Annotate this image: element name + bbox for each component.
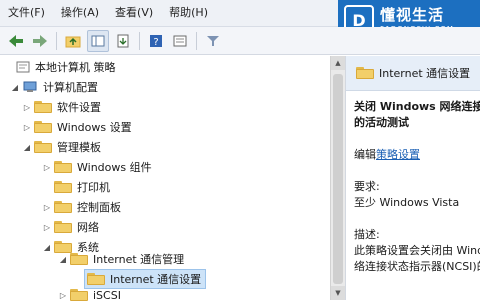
- folder-icon: [34, 121, 52, 133]
- folder-icon: [34, 101, 52, 113]
- folder-icon: [54, 161, 72, 173]
- policy-title-continued: 的活动测试: [354, 116, 409, 129]
- policy-tree: 本地计算机 策略 ◢ 计算机配置 ▷ 软件设置 ▷ Windows 设置 ◢ 管…: [0, 56, 330, 302]
- tree-label: 管理模板: [57, 141, 101, 154]
- scrollbar-thumb[interactable]: [333, 74, 343, 284]
- collapse-arrow-icon[interactable]: ◢: [58, 255, 68, 264]
- expand-arrow-icon[interactable]: ▷: [42, 223, 52, 232]
- description-text-continued: 络连接状态指示器(NCSI)的: [354, 260, 480, 273]
- computer-icon: [23, 81, 37, 92]
- policy-title: 关闭 Windows 网络连接: [354, 100, 480, 113]
- show-tree-icon[interactable]: [87, 29, 109, 52]
- menu-file[interactable]: 文件(F): [0, 0, 53, 26]
- tree-label: 打印机: [77, 181, 110, 194]
- description-text: 此策略设置会关闭由 Wind: [354, 244, 480, 257]
- tree-label: Windows 组件: [77, 161, 152, 174]
- expand-arrow-icon[interactable]: ▷: [42, 203, 52, 212]
- properties-icon[interactable]: [170, 31, 190, 51]
- tree-label: 本地计算机 策略: [35, 61, 116, 74]
- toolbar: ?: [0, 27, 480, 55]
- tree-label: 网络: [77, 221, 99, 234]
- tree-label: Internet 通信管理: [93, 253, 185, 266]
- tree-item-windows-settings[interactable]: ▷ Windows 设置: [22, 118, 132, 136]
- logo-title: 懂视生活: [380, 6, 445, 24]
- expand-arrow-icon[interactable]: ▷: [58, 291, 68, 300]
- tree-item-windows-components[interactable]: ▷ Windows 组件: [42, 158, 152, 176]
- expand-arrow-icon[interactable]: ▷: [42, 163, 52, 172]
- collapse-arrow-icon[interactable]: ◢: [10, 83, 20, 92]
- detail-pane: Internet 通信设置 关闭 Windows 网络连接 的活动测试 编辑策略…: [345, 56, 480, 300]
- toolbar-separator: [56, 31, 57, 50]
- tree-scrollbar[interactable]: ▲ ▼: [330, 56, 345, 300]
- collapse-arrow-icon[interactable]: ◢: [22, 143, 32, 152]
- description-label: 描述:: [354, 228, 380, 241]
- toolbar-separator: [196, 31, 197, 50]
- tree-item-root[interactable]: 本地计算机 策略: [4, 58, 116, 76]
- edit-policy-link[interactable]: 策略设置: [376, 148, 420, 161]
- forward-icon[interactable]: [30, 31, 50, 51]
- tree-label: Windows 设置: [57, 121, 132, 134]
- tree-label: 控制面板: [77, 201, 121, 214]
- toolbar-separator: [139, 31, 140, 50]
- folder-icon: [70, 253, 88, 265]
- detail-header: Internet 通信设置: [346, 56, 480, 91]
- up-folder-icon[interactable]: [63, 31, 83, 51]
- tree-label: 计算机配置: [43, 81, 98, 94]
- menu-help[interactable]: 帮助(H): [161, 0, 216, 26]
- menu-view[interactable]: 查看(V): [107, 0, 161, 26]
- tree-item-internet-comm-mgmt[interactable]: ◢ Internet 通信管理: [58, 250, 184, 268]
- back-icon[interactable]: [6, 31, 26, 51]
- svg-text:?: ?: [153, 37, 158, 48]
- edit-policy-line: 编辑策略设置: [354, 147, 480, 163]
- folder-icon: [356, 67, 374, 79]
- folder-open-icon: [87, 273, 105, 285]
- tree-label: 软件设置: [57, 101, 101, 114]
- expand-arrow-icon[interactable]: ▷: [22, 123, 32, 132]
- folder-icon: [70, 289, 88, 301]
- tree-item-software-settings[interactable]: ▷ 软件设置: [22, 98, 101, 116]
- requirements-value: 至少 Windows Vista: [354, 196, 460, 209]
- collapse-arrow-icon[interactable]: ◢: [42, 243, 52, 252]
- edit-prefix: 编辑: [354, 148, 376, 161]
- expand-arrow-icon[interactable]: ▷: [22, 103, 32, 112]
- export-icon[interactable]: [113, 31, 133, 51]
- tree-item-iscsi[interactable]: ▷ iSCSI: [58, 286, 121, 304]
- tree-item-printers[interactable]: 打印机: [42, 178, 110, 196]
- computer-policy-icon: [16, 61, 30, 73]
- tree-label: Internet 通信设置: [110, 273, 202, 286]
- scroll-down-arrow-icon[interactable]: ▼: [331, 286, 345, 300]
- folder-icon: [34, 141, 52, 153]
- tree-item-network[interactable]: ▷ 网络: [42, 218, 99, 236]
- filter-icon[interactable]: [203, 31, 223, 51]
- tree-item-computer-config[interactable]: ◢ 计算机配置: [10, 78, 98, 96]
- scroll-up-arrow-icon[interactable]: ▲: [331, 56, 345, 70]
- folder-icon: [54, 201, 72, 213]
- detail-header-title: Internet 通信设置: [379, 67, 471, 80]
- tree-item-control-panel[interactable]: ▷ 控制面板: [42, 198, 121, 216]
- folder-icon: [54, 221, 72, 233]
- help-icon[interactable]: ?: [146, 31, 166, 51]
- menu-action[interactable]: 操作(A): [53, 0, 107, 26]
- folder-icon: [54, 181, 72, 193]
- tree-item-admin-templates[interactable]: ◢ 管理模板: [22, 138, 101, 156]
- requirements-label: 要求:: [354, 180, 380, 193]
